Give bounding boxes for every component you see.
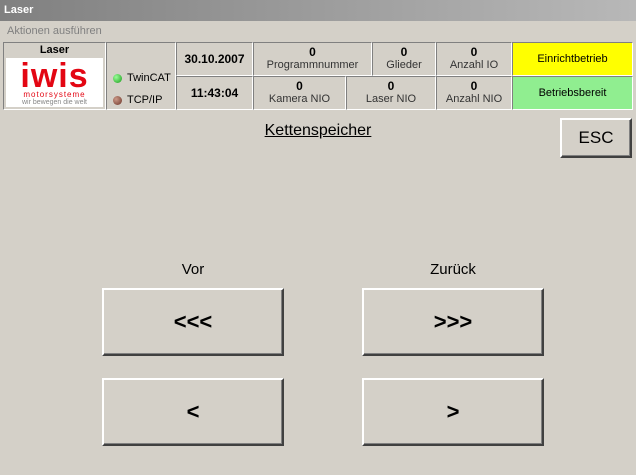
glieder-value: 0	[400, 45, 408, 59]
anzahl-io-label: Anzahl IO	[449, 59, 499, 71]
station-label: Laser	[39, 44, 70, 56]
status-einrichtbetrieb: Einrichtbetrieb	[512, 42, 633, 76]
vor-fast-button[interactable]: <<<	[102, 288, 284, 356]
window-title: Laser	[0, 0, 636, 21]
kamera-nio-label: Kamera NIO	[268, 93, 331, 105]
time-value: 11:43:04	[190, 86, 239, 100]
iwis-logo: iwis motorsysteme wir bewegen die welt	[6, 58, 103, 107]
logo-text: iwis	[20, 57, 89, 95]
menu-aktionen[interactable]: Aktionen ausführen	[0, 21, 636, 42]
logo-panel: Laser iwis motorsysteme wir bewegen die …	[3, 42, 106, 110]
twincat-led-icon	[113, 73, 122, 83]
programmnummer-value: 0	[309, 45, 316, 59]
counter-anzahl-io: 0 Anzahl IO	[436, 42, 512, 76]
date-value: 30.10.2007	[184, 52, 245, 66]
anzahl-nio-value: 0	[470, 79, 478, 93]
esc-button[interactable]: ESC	[560, 118, 632, 158]
einrichtbetrieb-label: Einrichtbetrieb	[537, 53, 608, 65]
betriebsbereit-label: Betriebsbereit	[538, 87, 607, 99]
glieder-label: Glieder	[386, 59, 422, 71]
twincat-label: TwinCAT	[127, 72, 171, 84]
logo-sub2: wir bewegen die welt	[22, 99, 87, 106]
laser-nio-value: 0	[387, 79, 395, 93]
vor-step-button[interactable]: <	[102, 378, 284, 446]
page-title: Kettenspeicher	[264, 122, 372, 139]
date-display: 30.10.2007	[176, 42, 253, 76]
vor-label: Vor	[181, 261, 205, 278]
indicator-tcpip: TCP/IP	[113, 94, 162, 106]
counter-programmnummer: 0 Programmnummer	[253, 42, 372, 76]
tcpip-label: TCP/IP	[127, 94, 163, 106]
zurueck-step-button[interactable]: >	[362, 378, 544, 446]
status-betriebsbereit: Betriebsbereit	[512, 76, 633, 110]
tcpip-led-icon	[113, 95, 122, 105]
counter-laser-nio: 0 Laser NIO	[346, 76, 436, 110]
anzahl-nio-label: Anzahl NIO	[445, 93, 503, 105]
counter-anzahl-nio: 0 Anzahl NIO	[436, 76, 512, 110]
zurueck-label: Zurück	[430, 261, 476, 278]
programmnummer-label: Programmnummer	[266, 59, 359, 71]
time-display: 11:43:04	[176, 76, 253, 110]
counter-kamera-nio: 0 Kamera NIO	[253, 76, 346, 110]
laser-nio-label: Laser NIO	[365, 93, 417, 105]
kamera-nio-value: 0	[296, 79, 303, 93]
indicator-twincat: TwinCAT	[113, 72, 171, 84]
zurueck-fast-button[interactable]: >>>	[362, 288, 544, 356]
anzahl-io-value: 0	[470, 45, 478, 59]
counter-glieder: 0 Glieder	[372, 42, 436, 76]
indicator-panel: TwinCAT TCP/IP	[106, 42, 176, 110]
